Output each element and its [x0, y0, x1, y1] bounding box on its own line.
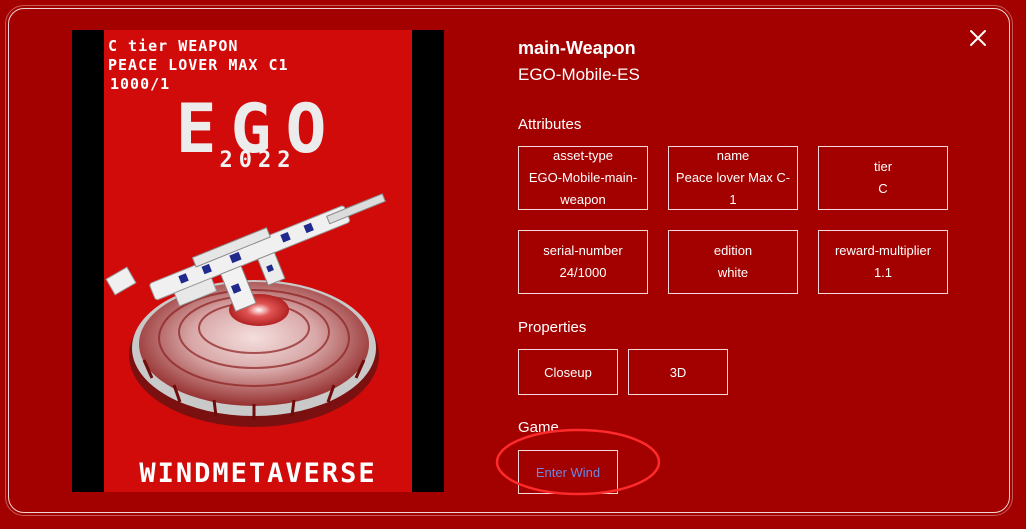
annotation-circle	[495, 428, 661, 496]
attribute-asset-type: asset-type EGO-Mobile-main-weapon	[518, 146, 648, 210]
asset-collection: EGO-Mobile-ES	[518, 65, 640, 84]
close-icon	[970, 30, 986, 46]
attribute-serial-number: serial-number 24/1000	[518, 230, 648, 294]
attribute-key: serial-number	[543, 243, 623, 258]
asset-modal: C tier WEAPON PEACE LOVER MAX C1 1000/1 …	[0, 0, 1026, 529]
attribute-value: Peace lover Max C-1	[675, 170, 791, 207]
attribute-value: EGO-Mobile-main-weapon	[528, 170, 638, 207]
attributes-heading: Attributes	[518, 116, 582, 133]
asset-title: main-Weapon	[518, 38, 636, 58]
attribute-name: name Peace lover Max C-1	[668, 146, 798, 210]
attribute-key: tier	[873, 159, 893, 174]
artwork-footer-text: WINDMETAVERSE	[139, 458, 377, 489]
close-button[interactable]	[966, 26, 990, 50]
artwork-name-text: PEACE LOVER MAX C1	[108, 56, 289, 74]
artwork-year-text: 2022	[219, 148, 297, 173]
attribute-key: edition	[713, 243, 753, 258]
artwork-card: C tier WEAPON PEACE LOVER MAX C1 1000/1 …	[104, 30, 412, 492]
attribute-edition: edition white	[668, 230, 798, 294]
closeup-button[interactable]: Closeup	[518, 349, 618, 395]
attribute-key: asset-type	[553, 148, 613, 163]
attribute-value: C	[878, 181, 888, 196]
artwork-tier-text: C tier WEAPON	[108, 37, 239, 55]
attribute-value: white	[717, 265, 749, 280]
3d-button[interactable]: 3D	[628, 349, 728, 395]
attribute-value: 24/1000	[559, 265, 607, 280]
attribute-key: name	[716, 148, 750, 163]
attribute-value: 1.1	[873, 265, 893, 280]
attribute-reward-multiplier: reward-multiplier 1.1	[818, 230, 948, 294]
attribute-tier: tier C	[818, 146, 948, 210]
properties-heading: Properties	[518, 319, 587, 336]
attribute-key: reward-multiplier	[834, 243, 932, 258]
weapon-illustration	[105, 193, 386, 427]
asset-artwork: C tier WEAPON PEACE LOVER MAX C1 1000/1 …	[72, 30, 444, 492]
